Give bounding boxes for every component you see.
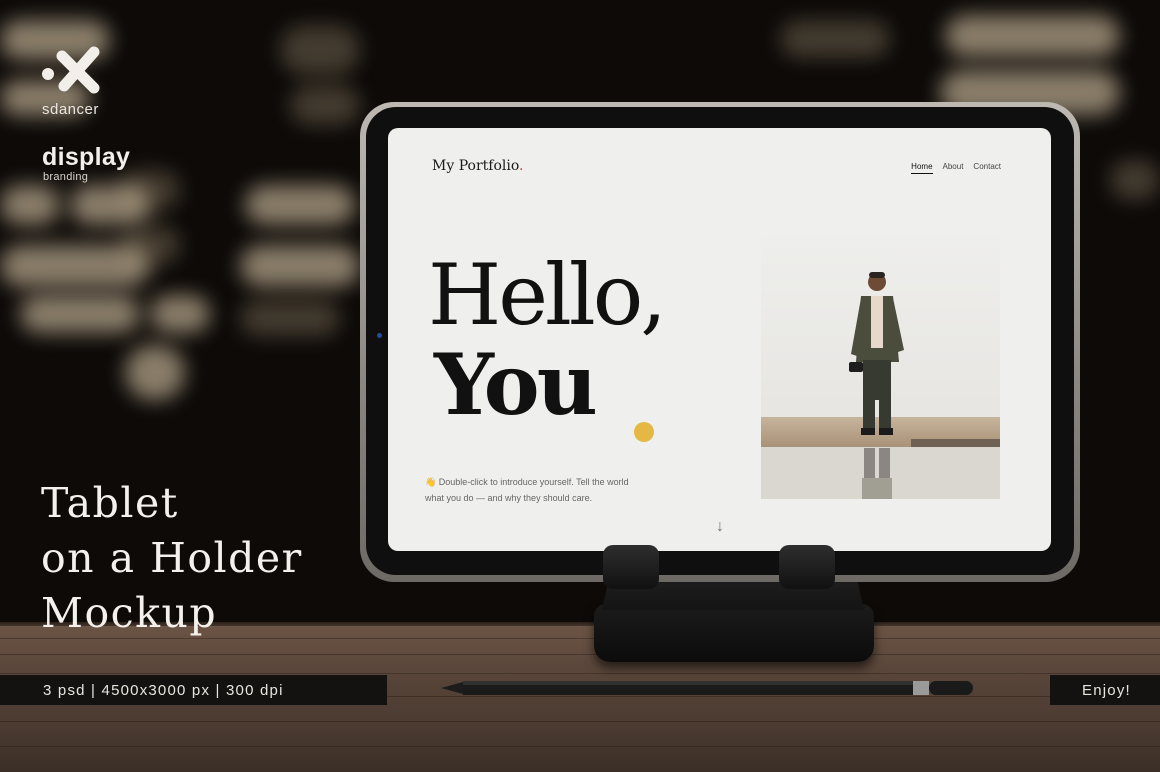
stand-clip-right bbox=[779, 545, 835, 589]
logo-text: sdancer bbox=[42, 101, 99, 118]
stylus-pencil-icon bbox=[441, 681, 973, 695]
stand-clip-left bbox=[603, 545, 659, 589]
bokeh-light bbox=[125, 345, 185, 400]
bokeh-light bbox=[1110, 160, 1160, 200]
site-logo[interactable]: My Portfolio. bbox=[432, 158, 524, 174]
headline-line-1: Tablet bbox=[41, 479, 179, 527]
bokeh-light bbox=[150, 295, 210, 333]
enjoy-text: Enjoy! bbox=[1082, 682, 1131, 699]
specs-text: 3 psd | 4500x3000 px | 300 dpi bbox=[43, 682, 284, 699]
accent-dot bbox=[634, 422, 654, 442]
bokeh-light bbox=[945, 15, 1120, 57]
bokeh-light bbox=[290, 85, 360, 125]
portrait-photo bbox=[761, 234, 1000, 499]
headline: Tablet on a Holder Mockup bbox=[41, 476, 303, 641]
bokeh-light bbox=[120, 225, 180, 265]
sdancer-logo-icon bbox=[42, 46, 100, 94]
bokeh-light bbox=[780, 20, 890, 58]
brand-title: display bbox=[42, 143, 131, 171]
intro-line-1: 👋 Double-click to introduce yourself. Te… bbox=[425, 477, 629, 487]
headline-line-3: Mockup bbox=[41, 589, 218, 637]
tablet-screen: My Portfolio. Home About Contact Hello, … bbox=[388, 128, 1051, 551]
front-camera bbox=[377, 333, 382, 338]
bokeh-light bbox=[240, 245, 360, 287]
hero-line-1: Hello, bbox=[428, 246, 667, 344]
site-nav: Home About Contact bbox=[911, 162, 1001, 174]
nav-contact[interactable]: Contact bbox=[973, 162, 1001, 174]
bokeh-light bbox=[20, 295, 140, 333]
bokeh-light bbox=[245, 185, 355, 225]
bokeh-light bbox=[240, 300, 340, 336]
scroll-down-icon[interactable]: ↓ bbox=[716, 518, 724, 536]
intro-line-2: what you do — and why they should care. bbox=[425, 493, 593, 503]
bokeh-light bbox=[120, 170, 180, 210]
bokeh-light bbox=[280, 25, 360, 75]
hero-line-2: You bbox=[434, 335, 598, 434]
site-logo-dot: . bbox=[519, 158, 524, 174]
nav-home[interactable]: Home bbox=[911, 162, 933, 174]
stand-base bbox=[594, 604, 874, 662]
nav-about[interactable]: About bbox=[943, 162, 964, 174]
bokeh-light bbox=[0, 185, 60, 225]
headline-line-2: on a Holder bbox=[41, 534, 303, 582]
mockup-scene: sdancer display branding Tablet on a Hol… bbox=[0, 0, 1160, 772]
intro-text: 👋 Double-click to introduce yourself. Te… bbox=[425, 474, 645, 506]
brand-subtitle: branding bbox=[43, 171, 89, 183]
